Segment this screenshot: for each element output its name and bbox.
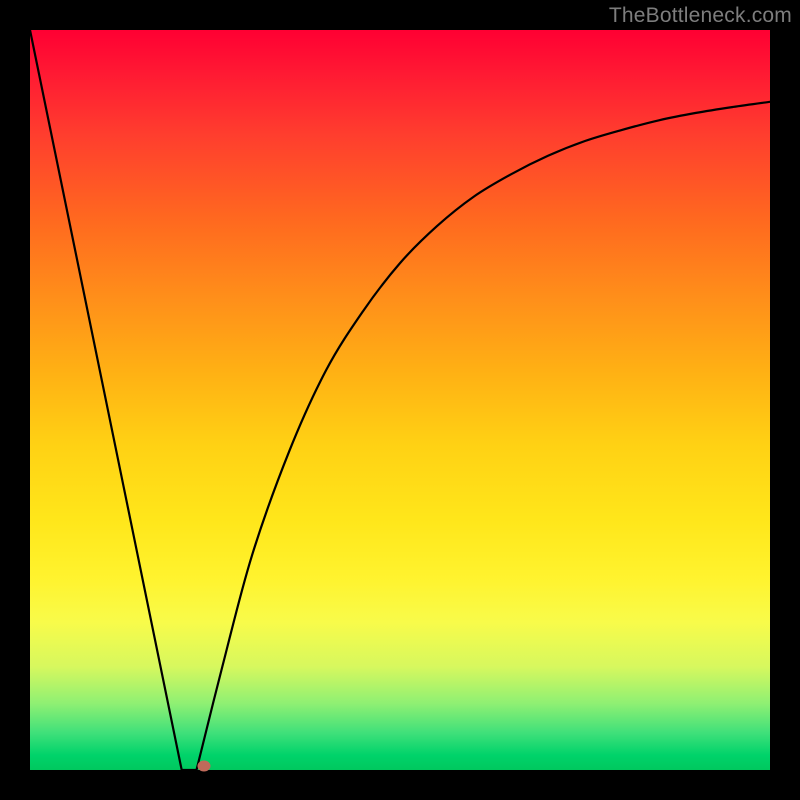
curve-path <box>30 30 770 770</box>
minimum-marker <box>197 761 210 772</box>
bottleneck-curve <box>30 30 770 770</box>
chart-frame: TheBottleneck.com <box>0 0 800 800</box>
watermark-text: TheBottleneck.com <box>609 4 792 28</box>
plot-area <box>30 30 770 770</box>
